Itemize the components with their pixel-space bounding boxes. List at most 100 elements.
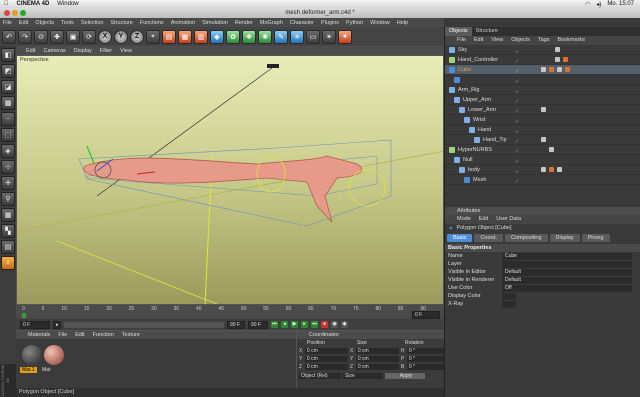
apply-button[interactable]: Apply <box>385 373 425 379</box>
coord-size-field[interactable]: 0 cm <box>355 348 399 354</box>
spline-icon[interactable]: ✎ <box>274 29 288 44</box>
playhead[interactable] <box>22 313 26 318</box>
material-preview-1[interactable] <box>22 345 42 365</box>
grid-icon[interactable]: ▤ <box>1 240 15 254</box>
object-tag-icon[interactable] <box>549 147 554 152</box>
scene-render[interactable] <box>17 56 444 305</box>
object-tag-icon[interactable] <box>555 47 560 52</box>
move-icon[interactable]: ✚ <box>50 29 64 44</box>
object-tree-row[interactable]: ✓ <box>445 75 640 85</box>
redo-icon[interactable]: ↷ <box>18 29 32 44</box>
axis-x-button[interactable]: X <box>98 29 112 44</box>
point-mode-icon[interactable]: ⁘ <box>1 112 15 126</box>
object-tag-icon[interactable] <box>549 67 554 72</box>
object-tree-row[interactable]: HyperNURBS ✓ <box>445 145 640 155</box>
object-tree-row[interactable]: Hand_Controller ✓ <box>445 55 640 65</box>
edge-mode-icon[interactable]: ⬚ <box>1 128 15 142</box>
goto-end-icon[interactable]: ⏭ <box>311 321 318 328</box>
coord-position-field[interactable]: 0 cm <box>304 364 348 370</box>
scene-icon[interactable]: ✳ <box>290 29 304 44</box>
texture-mode-icon[interactable]: ▩ <box>1 96 15 110</box>
property-value-field[interactable]: Default <box>502 268 632 276</box>
materials-menu-item[interactable]: Texture <box>122 331 140 339</box>
object-tag-icon[interactable] <box>555 57 560 62</box>
attributes-tab[interactable]: Basic <box>447 234 473 242</box>
property-value-field[interactable] <box>502 300 516 308</box>
object-manager-menu-item[interactable]: View <box>491 36 503 45</box>
tweak-mode-icon[interactable]: ✛ <box>1 176 15 190</box>
min-frame-field[interactable]: 90 F <box>227 320 245 329</box>
app-menu-item[interactable]: Python <box>346 20 363 26</box>
timeline-ruler[interactable]: 0 5 10 15 20 25 30 35 40 45 50 55 60 65 70 75 80 85 90 <box>22 306 426 313</box>
render-settings-icon[interactable]: ▥ <box>194 29 208 44</box>
object-tree-row[interactable]: Mesh ✓ <box>445 175 640 185</box>
app-menu-item[interactable]: Render <box>235 20 253 26</box>
undo-icon[interactable]: ↶ <box>2 29 16 44</box>
property-value-field[interactable]: Off <box>502 284 632 292</box>
object-manager-menu-item[interactable]: Bookmarks <box>557 36 585 45</box>
material-label-1[interactable]: Mat.1 <box>20 367 37 373</box>
keyframe-icon[interactable]: ◆ <box>341 321 348 328</box>
close-window-button[interactable] <box>4 10 10 16</box>
object-tree-row[interactable]: Hand ✓ <box>445 125 640 135</box>
app-menu-item[interactable]: Simulation <box>202 20 228 26</box>
attributes-tab[interactable]: Coord. <box>474 234 503 242</box>
snap-icon[interactable]: ⚲ <box>1 192 15 206</box>
volume-icon[interactable]: ◂) <box>596 1 601 8</box>
app-menu-item[interactable]: Objects <box>35 20 54 26</box>
attributes-menu-item[interactable]: Mode <box>457 215 471 224</box>
zoom-window-button[interactable] <box>20 10 26 16</box>
app-menu-item[interactable]: Help <box>397 20 408 26</box>
viewport-perspective[interactable]: Perspective <box>16 55 444 305</box>
object-tag-icon[interactable] <box>541 167 546 172</box>
minimize-window-button[interactable] <box>12 10 18 16</box>
viewport-menu-item[interactable]: Cameras <box>43 48 65 54</box>
wifi-icon[interactable]: ◠ <box>585 1 590 8</box>
object-tree-row[interactable]: Cube ✓ <box>445 65 640 75</box>
property-value-field[interactable]: Cube <box>502 252 632 260</box>
checker-icon[interactable]: ▚ <box>1 224 15 238</box>
object-tag-icon[interactable] <box>541 107 546 112</box>
object-tree-row[interactable]: Lower_Arm ✓ <box>445 105 640 115</box>
record-key-icon[interactable]: ● <box>321 321 328 328</box>
nurbs-icon[interactable]: ✿ <box>226 29 240 44</box>
app-menu-item[interactable]: Animation <box>171 20 195 26</box>
object-tree-row[interactable]: Null ✓ <box>445 155 640 165</box>
live-selection-icon[interactable]: ⊙ <box>34 29 48 44</box>
tab-objects[interactable]: Objects <box>445 27 472 36</box>
min-arrow[interactable]: ▸ <box>53 320 61 329</box>
app-menu-item[interactable]: Window <box>370 20 390 26</box>
current-frame-field[interactable]: 0 F <box>412 311 440 319</box>
viewport-menu-item[interactable]: View <box>120 48 132 54</box>
coord-rotation-field[interactable]: 0 ° <box>406 364 444 370</box>
attributes-menu-item[interactable]: Edit <box>479 215 488 224</box>
coord-size-field[interactable]: 0 cm <box>355 356 399 362</box>
coord-position-field[interactable]: 0 cm <box>304 348 348 354</box>
coord-rotation-field[interactable]: 0 ° <box>406 356 444 362</box>
app-menu-item[interactable]: MoGraph <box>260 20 283 26</box>
object-mode-icon[interactable]: ◪ <box>1 80 15 94</box>
axis-z-button[interactable]: Z <box>130 29 144 44</box>
object-tree-row[interactable]: Arm_Rig ✓ <box>445 85 640 95</box>
viewport-menu-item[interactable]: Edit <box>26 48 35 54</box>
object-tag-icon[interactable] <box>541 67 546 72</box>
viewport-menu-item[interactable]: Display <box>74 48 92 54</box>
coord-size-field[interactable]: 0 cm <box>355 364 399 370</box>
app-menu-item[interactable]: Functions <box>140 20 164 26</box>
object-tree-row[interactable]: Sky ✓ <box>445 45 640 55</box>
attributes-tab[interactable]: Display <box>549 234 580 242</box>
materials-menu-item[interactable]: File <box>58 331 67 339</box>
auto-key-icon[interactable]: ◉ <box>331 321 338 328</box>
property-value-field[interactable] <box>502 260 632 268</box>
object-manager-menu-item[interactable]: Tags <box>538 36 550 45</box>
polygon-mode-icon[interactable]: ◈ <box>1 144 15 158</box>
object-manager-menu-item[interactable]: Objects <box>511 36 530 45</box>
object-tree-row[interactable]: Hand_Tip ✓ <box>445 135 640 145</box>
goto-start-icon[interactable]: ⏮ <box>271 321 278 328</box>
apple-icon[interactable]:  <box>4 1 9 7</box>
object-tag-icon[interactable] <box>541 137 546 142</box>
attributes-tab[interactable]: Phong <box>581 234 610 242</box>
make-editable-icon[interactable]: ◧ <box>1 48 15 62</box>
end-frame-field[interactable]: 90 F <box>248 320 268 329</box>
object-manager-menu-item[interactable]: File <box>457 36 466 45</box>
